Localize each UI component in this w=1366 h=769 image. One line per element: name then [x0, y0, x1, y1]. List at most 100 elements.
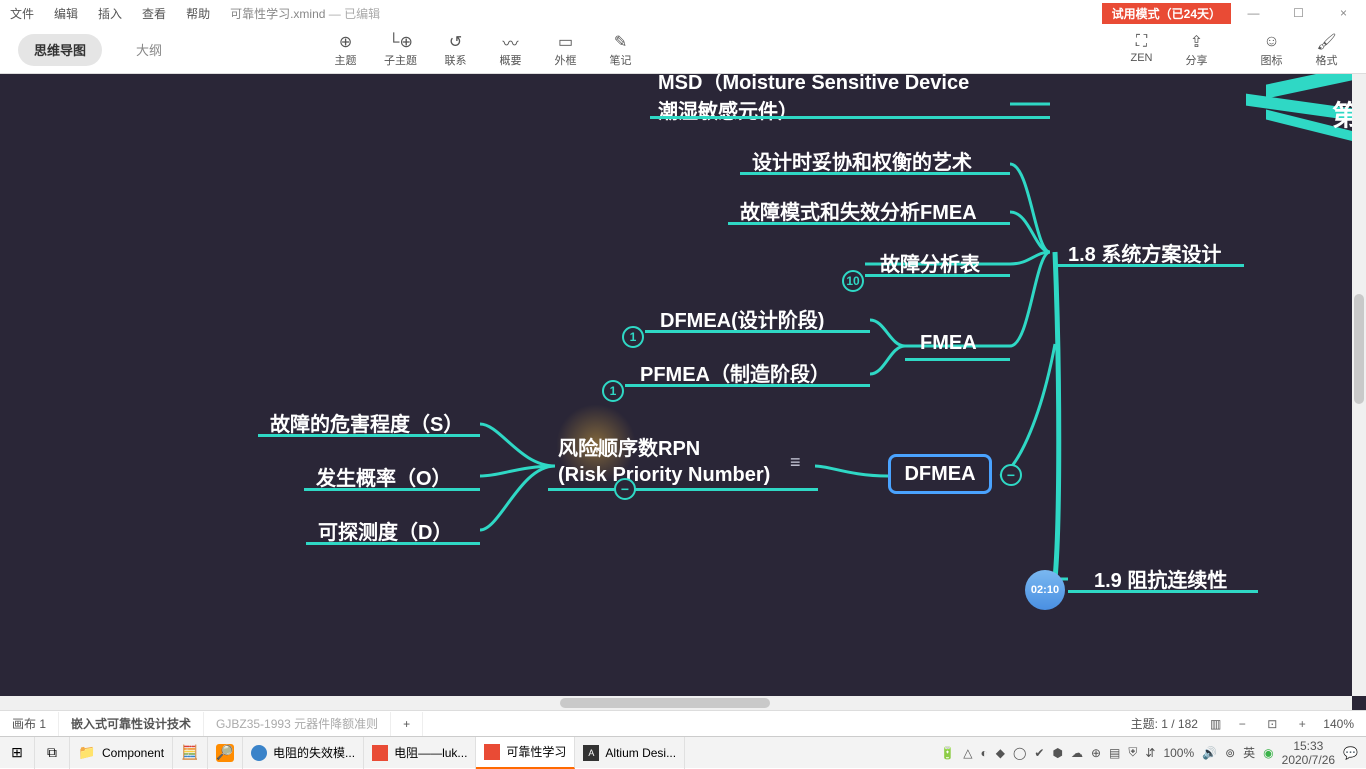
tray-icon[interactable]: ⊕: [1091, 746, 1101, 760]
node-rpn[interactable]: 风险顺序数RPN (Risk Priority Number): [558, 436, 770, 488]
collapse-toggle[interactable]: −: [1000, 464, 1022, 486]
menu-file[interactable]: 文件: [0, 5, 44, 22]
taskbar-app-xmind-active[interactable]: 可靠性学习: [476, 737, 575, 769]
tool-subtopic[interactable]: └⊕子主题: [373, 32, 428, 68]
vertical-scrollbar[interactable]: [1352, 74, 1366, 696]
tray-battery-icon[interactable]: 🔋: [940, 746, 955, 760]
view-tab-mindmap[interactable]: 思维导图: [18, 34, 102, 66]
view-tab-outline[interactable]: 大纲: [120, 34, 178, 66]
node-fmea[interactable]: FMEA: [920, 332, 977, 355]
taskbar-app-resistor-fail[interactable]: 电阻的失效模...: [243, 737, 364, 769]
scroll-thumb[interactable]: [560, 698, 770, 708]
child-count-badge[interactable]: 1: [602, 380, 624, 402]
tray-network-icon[interactable]: ⊚: [1225, 746, 1235, 760]
toolbar-format: ☺图标 🖌格式: [1244, 32, 1354, 68]
tool-relation[interactable]: ↺联系: [428, 32, 483, 68]
zen-icon: ⛶: [1114, 32, 1169, 52]
tray-icon[interactable]: ⬢: [1052, 746, 1062, 760]
zoom-fit-button[interactable]: ⊡: [1263, 717, 1281, 731]
tool-icon[interactable]: ☺图标: [1244, 32, 1299, 68]
collapse-toggle[interactable]: −: [614, 478, 636, 500]
zoom-out-button[interactable]: −: [1233, 717, 1251, 731]
tray-icon[interactable]: ⛨: [1128, 745, 1137, 760]
zoom-level[interactable]: 140%: [1323, 717, 1354, 731]
menu-help[interactable]: 帮助: [176, 5, 220, 22]
node-label: MSD（Moisture Sensitive Device: [658, 74, 969, 95]
taskbar-everything[interactable]: 🔎: [208, 737, 243, 769]
tool-zen[interactable]: ⛶ZEN: [1114, 32, 1169, 68]
tool-note[interactable]: ✎笔记: [593, 32, 648, 68]
tray-volume-icon[interactable]: 🔊: [1202, 746, 1217, 760]
node-underline: [625, 384, 870, 387]
menu-edit[interactable]: 编辑: [44, 5, 88, 22]
window-maximize-button[interactable]: ☐: [1276, 6, 1321, 20]
tool-boundary[interactable]: ▭外框: [538, 32, 593, 68]
node-label: (Risk Priority Number): [558, 462, 770, 488]
scroll-thumb[interactable]: [1354, 294, 1364, 404]
node-dfmea-design[interactable]: DFMEA(设计阶段): [660, 304, 824, 333]
node-severity-s[interactable]: 故障的危害程度（S）: [270, 408, 463, 437]
node-system-design-18[interactable]: 1.8 系统方案设计: [1068, 238, 1221, 267]
taskbar-app-altium[interactable]: AAltium Desi...: [575, 737, 685, 769]
node-underline: [645, 330, 870, 333]
tray-icon[interactable]: ⇵: [1145, 746, 1155, 760]
boundary-icon: ▭: [538, 32, 593, 52]
trial-mode-badge[interactable]: 试用模式（已24天）: [1102, 3, 1231, 24]
node-impedance-19[interactable]: 1.9 阻抗连续性: [1094, 564, 1227, 593]
tray-icon[interactable]: ◉: [1263, 746, 1273, 760]
tray-icon[interactable]: ☁: [1071, 746, 1083, 760]
sheet-tab-canvas1[interactable]: 画布 1: [0, 712, 59, 736]
window-close-button[interactable]: ×: [1321, 6, 1366, 20]
tray-icon[interactable]: ✔: [1034, 746, 1044, 760]
system-tray: 🔋 △ ◐ ◆ ◯ ✔ ⬢ ☁ ⊕ ▤ ⛨ ⇵ 100% 🔊 ⊚ 英 ◉ 15:…: [932, 739, 1366, 767]
taskbar-app-resistor-luk[interactable]: 电阻——luk...: [364, 737, 476, 769]
node-design-tradeoff[interactable]: 设计时妥协和权衡的艺术: [752, 146, 972, 175]
sheet-tab-gjbz35[interactable]: GJBZ35-1993 元器件降额准则: [204, 712, 391, 736]
sheet-tab-embedded[interactable]: 嵌入式可靠性设计技术: [59, 712, 204, 736]
tool-topic[interactable]: ⊕主题: [318, 32, 373, 68]
child-count-badge[interactable]: 10: [842, 270, 864, 292]
node-failure-mode-fmea[interactable]: 故障模式和失效分析FMEA: [740, 196, 977, 225]
child-count-badge[interactable]: 1: [622, 326, 644, 348]
notifications-icon[interactable]: 💬: [1343, 746, 1358, 760]
task-view-button[interactable]: ⧉: [35, 737, 70, 769]
node-pfmea-mfg[interactable]: PFMEA（制造阶段）: [640, 358, 830, 387]
tool-summary[interactable]: 〰概要: [483, 32, 538, 68]
node-underline: [865, 274, 1010, 277]
tool-share[interactable]: ⇪分享: [1169, 32, 1224, 68]
node-occurrence-o[interactable]: 发生概率（O）: [316, 462, 452, 491]
audio-timestamp-bubble[interactable]: 02:10: [1025, 570, 1065, 610]
tray-icon[interactable]: ◯: [1013, 746, 1026, 760]
start-button[interactable]: ⊞: [0, 737, 35, 769]
notes-icon[interactable]: ≡: [790, 452, 801, 473]
topic-icon: ⊕: [318, 32, 373, 52]
node-label: 风险顺序数RPN: [558, 436, 770, 462]
relation-icon: ↺: [428, 32, 483, 52]
toolbar-main: ⊕主题 └⊕子主题 ↺联系 〰概要 ▭外框 ✎笔记: [318, 32, 648, 68]
node-detection-d[interactable]: 可探测度（D）: [318, 516, 452, 545]
node-dfmea-selected[interactable]: DFMEA: [888, 454, 992, 494]
minimap-icon[interactable]: ▥: [1210, 717, 1221, 731]
horizontal-scrollbar[interactable]: [0, 696, 1352, 710]
tool-format[interactable]: 🖌格式: [1299, 32, 1354, 68]
menu-insert[interactable]: 插入: [88, 5, 132, 22]
tray-icon[interactable]: ◆: [996, 746, 1005, 760]
tray-icon[interactable]: ▤: [1109, 746, 1120, 760]
share-icon: ⇪: [1169, 32, 1224, 52]
tray-icon[interactable]: △: [963, 746, 972, 760]
taskbar-explorer[interactable]: 📁Component: [70, 737, 173, 769]
add-sheet-button[interactable]: +: [391, 712, 423, 736]
note-icon: ✎: [593, 32, 648, 52]
taskbar-clock[interactable]: 15:33 2020/7/26: [1282, 739, 1335, 767]
mindmap-canvas[interactable]: 第: [0, 74, 1366, 710]
menu-view[interactable]: 查看: [132, 5, 176, 22]
zoom-in-button[interactable]: +: [1293, 717, 1311, 731]
ime-indicator[interactable]: 英: [1243, 744, 1255, 761]
taskbar-calculator[interactable]: 🧮: [173, 737, 208, 769]
node-label: 潮湿敏感元件）: [658, 95, 969, 124]
node-underline: [905, 358, 1010, 361]
node-fault-table[interactable]: 故障分析表: [880, 248, 980, 277]
tray-zoom-label[interactable]: 100%: [1163, 746, 1194, 760]
tray-icon[interactable]: ◐: [980, 746, 987, 760]
window-minimize-button[interactable]: —: [1231, 6, 1276, 20]
